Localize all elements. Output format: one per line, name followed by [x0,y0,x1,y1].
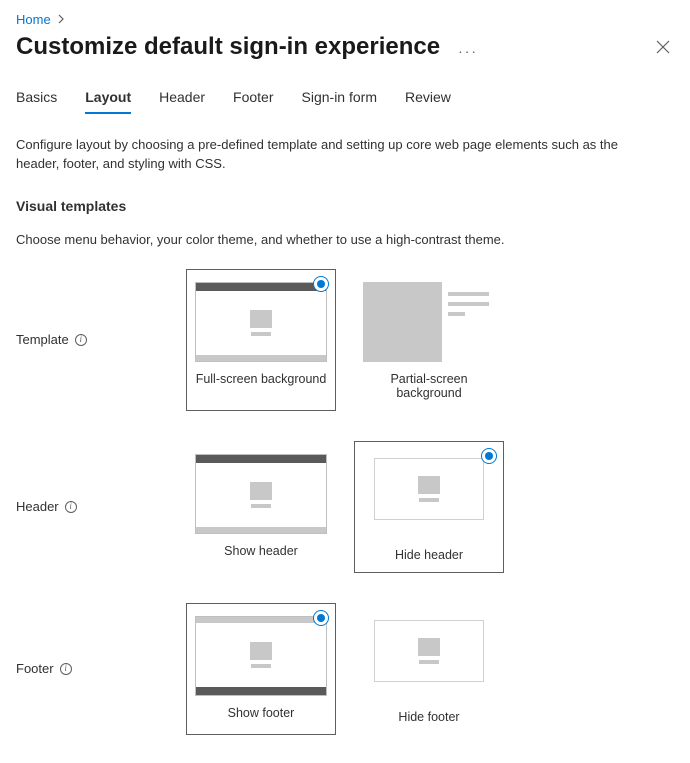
breadcrumb: Home [16,12,674,27]
more-actions-button[interactable]: ··· [454,43,482,59]
info-icon[interactable]: i [65,501,77,513]
template-row: Template i Full-screen background [16,269,674,411]
footer-options: Show footer Hide footer [186,603,504,735]
radio-selected-icon [313,610,329,626]
tab-signin-form[interactable]: Sign-in form [302,89,377,113]
footer-option-hide[interactable]: Hide footer [354,603,504,735]
template-options: Full-screen background Partial-screen ba… [186,269,504,411]
breadcrumb-home-link[interactable]: Home [16,12,51,27]
template-full-caption: Full-screen background [195,372,327,386]
footer-label-group: Footer i [16,661,186,676]
template-partial-caption: Partial-screen background [363,372,495,400]
header-label: Header [16,499,59,514]
tab-header[interactable]: Header [159,89,205,113]
footer-show-thumbnail [195,616,327,696]
header-option-hide[interactable]: Hide header [354,441,504,573]
visual-templates-heading: Visual templates [16,198,674,214]
template-label-group: Template i [16,332,186,347]
header-hide-caption: Hide header [363,548,495,562]
template-full-thumbnail [195,282,327,362]
template-label: Template [16,332,69,347]
tab-basics[interactable]: Basics [16,89,57,113]
page-header: Customize default sign-in experience ··· [16,33,674,61]
footer-label: Footer [16,661,54,676]
footer-row: Footer i Show footer Hide footer [16,603,674,735]
radio-selected-icon [481,448,497,464]
header-option-show[interactable]: Show header [186,441,336,573]
tab-review[interactable]: Review [405,89,451,113]
title-group: Customize default sign-in experience ··· [16,33,482,61]
header-show-caption: Show header [195,544,327,558]
layout-description: Configure layout by choosing a pre-defin… [16,136,664,174]
header-show-thumbnail [195,454,327,534]
visual-templates-desc: Choose menu behavior, your color theme, … [16,232,674,247]
footer-hide-thumbnail [363,620,495,700]
tabs: Basics Layout Header Footer Sign-in form… [16,89,674,114]
page-title: Customize default sign-in experience [16,33,440,61]
tab-footer[interactable]: Footer [233,89,273,113]
radio-selected-icon [313,276,329,292]
footer-hide-caption: Hide footer [363,710,495,724]
template-option-full[interactable]: Full-screen background [186,269,336,411]
close-button[interactable] [652,36,674,58]
header-label-group: Header i [16,499,186,514]
template-option-partial[interactable]: Partial-screen background [354,269,504,411]
template-partial-thumbnail [363,282,495,362]
footer-option-show[interactable]: Show footer [186,603,336,735]
chevron-right-icon [57,12,65,27]
tab-layout[interactable]: Layout [85,89,131,113]
header-options: Show header Hide header [186,441,504,573]
header-row: Header i Show header Hide header [16,441,674,573]
info-icon[interactable]: i [75,334,87,346]
info-icon[interactable]: i [60,663,72,675]
header-hide-thumbnail [363,458,495,538]
